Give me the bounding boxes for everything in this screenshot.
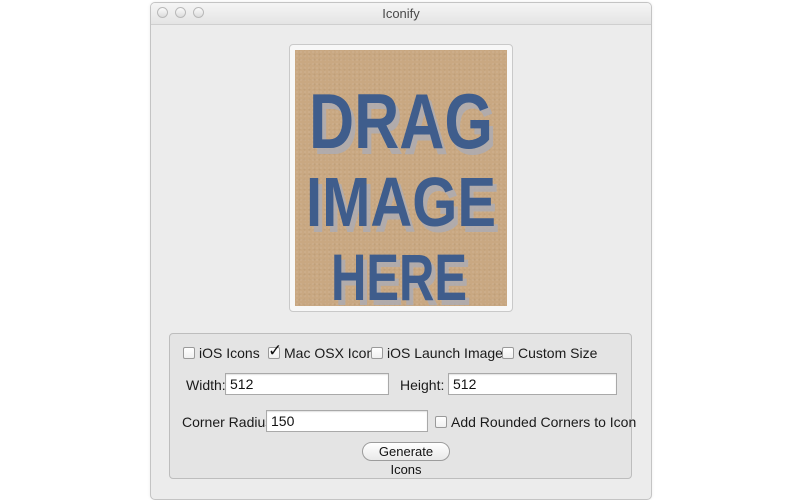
drop-line-2: IMAGE — [306, 163, 496, 241]
rounded-corners-checkbox-box[interactable] — [435, 416, 447, 428]
drag-image-here-graphic: DRAG DRAG IMAGE IMAGE HERE HERE — [306, 77, 500, 306]
corner-radius-input[interactable] — [266, 410, 428, 432]
custom-size-checkbox-box[interactable] — [502, 347, 514, 359]
corner-radius-label: Corner Radius: — [182, 414, 277, 430]
rounded-corners-checkbox[interactable]: Add Rounded Corners to Icon — [435, 414, 636, 430]
window-title: Iconify — [382, 6, 420, 21]
ios-icons-checkbox-box[interactable] — [183, 347, 195, 359]
height-input[interactable] — [448, 373, 617, 395]
mac-osx-icons-label: Mac OSX Icons — [284, 345, 382, 361]
width-label: Width: — [186, 377, 226, 393]
image-drop-well[interactable]: DRAG DRAG IMAGE IMAGE HERE HERE — [289, 44, 513, 312]
ios-icons-checkbox[interactable]: iOS Icons — [183, 345, 260, 361]
width-input[interactable] — [225, 373, 389, 395]
drag-image-placeholder: DRAG DRAG IMAGE IMAGE HERE HERE — [295, 50, 507, 306]
drop-line-3: HERE — [331, 240, 467, 306]
generate-icons-button[interactable]: Generate Icons — [362, 442, 450, 477]
ios-launch-image-checkbox[interactable]: iOS Launch Image — [371, 345, 503, 361]
rounded-corners-label: Add Rounded Corners to Icon — [451, 414, 637, 430]
iconify-window: Iconify DRAG DRAG IMAGE IMAGE HERE HERE … — [150, 2, 652, 500]
ios-launch-image-label: iOS Launch Image — [387, 345, 503, 361]
mac-osx-icons-checkbox-box[interactable]: ✓ — [268, 342, 282, 359]
ios-icons-label: iOS Icons — [199, 345, 260, 361]
custom-size-checkbox[interactable]: Custom Size — [502, 345, 597, 361]
mac-osx-icons-checkbox[interactable]: ✓ Mac OSX Icons — [268, 342, 382, 361]
drop-line-1: DRAG — [309, 77, 493, 165]
ios-launch-image-checkbox-box[interactable] — [371, 347, 383, 359]
title-bar[interactable]: Iconify — [151, 3, 651, 25]
checkmark-icon: ✓ — [268, 341, 283, 360]
height-label: Height: — [400, 377, 445, 393]
custom-size-label: Custom Size — [518, 345, 598, 361]
